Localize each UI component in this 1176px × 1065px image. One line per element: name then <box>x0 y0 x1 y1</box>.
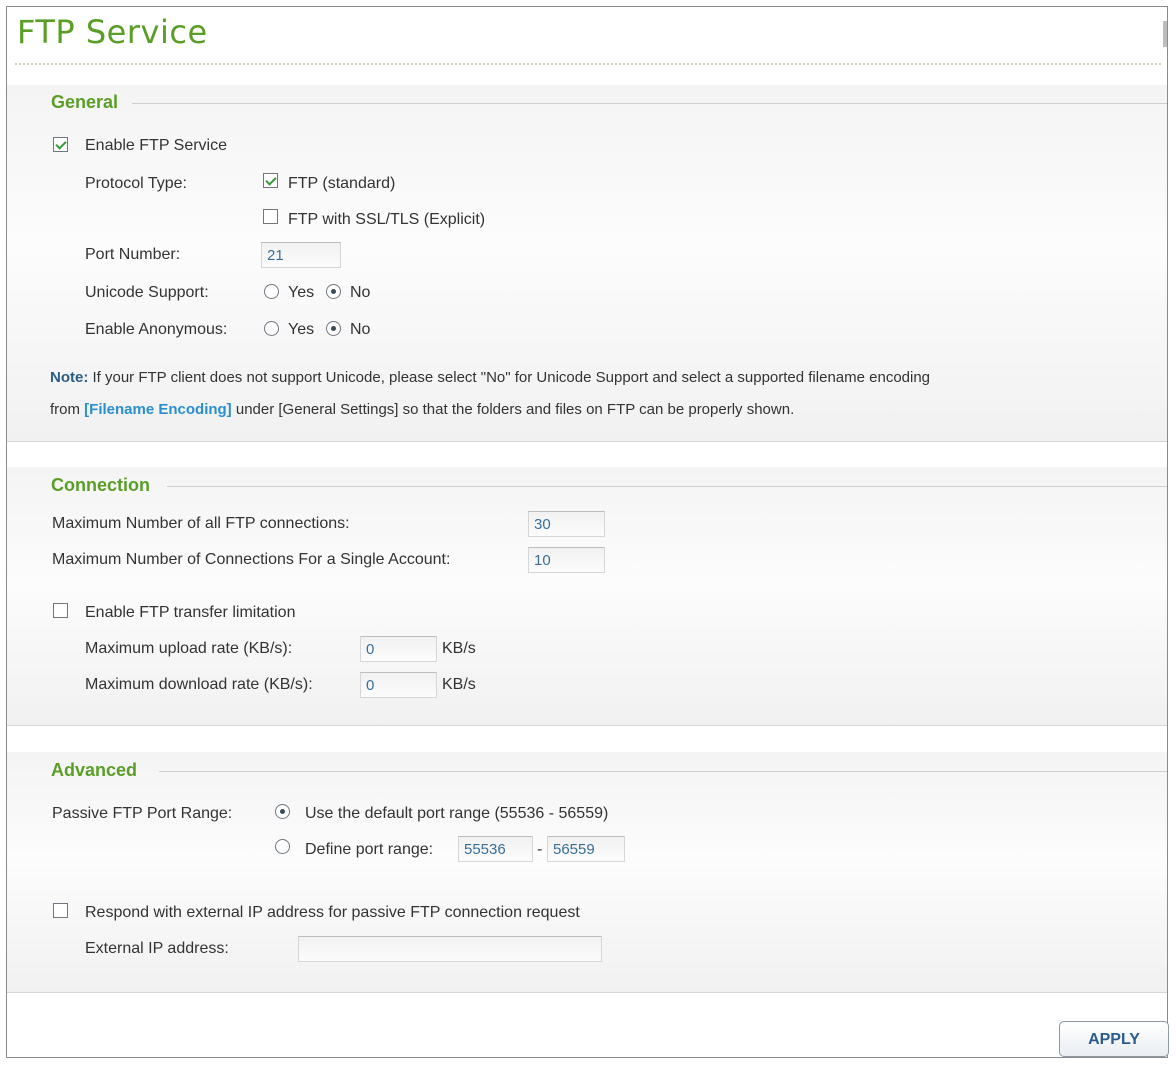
define-port-range-label: Define port range: <box>305 841 434 858</box>
transfer-limit-checkbox[interactable] <box>53 603 68 618</box>
passive-port-range-label: Passive FTP Port Range: <box>52 805 233 822</box>
ftp-ssl-label: FTP with SSL/TLS (Explicit) <box>288 211 486 228</box>
external-ip-input[interactable] <box>298 936 602 962</box>
anonymous-no-label: No <box>350 321 371 338</box>
max-all-connections-label: Maximum Number of all FTP connections: <box>52 515 350 532</box>
unicode-no-label: No <box>350 284 371 301</box>
apply-button[interactable]: APPLY <box>1059 1021 1169 1057</box>
unicode-yes-radio[interactable] <box>264 284 279 299</box>
download-rate-label: Maximum download rate (KB/s): <box>85 676 313 693</box>
external-ip-label: External IP address: <box>85 940 229 957</box>
enable-ftp-checkbox[interactable] <box>53 137 68 152</box>
unicode-no-radio[interactable] <box>326 284 341 299</box>
title-divider <box>15 63 1161 65</box>
max-single-account-input[interactable] <box>528 547 605 573</box>
respond-external-ip-label: Respond with external IP address for pas… <box>85 904 580 921</box>
default-port-range-label: Use the default port range (55536 - 5655… <box>305 805 609 822</box>
ftp-standard-label: FTP (standard) <box>288 175 396 192</box>
define-port-range-radio[interactable] <box>275 839 290 854</box>
anonymous-yes-label: Yes <box>288 321 315 338</box>
unicode-support-label: Unicode Support: <box>85 284 209 301</box>
note-text-line1: If your FTP client does not support Unic… <box>88 369 931 386</box>
note-prefix: Note: <box>50 369 89 386</box>
respond-external-ip-checkbox[interactable] <box>53 903 68 918</box>
page-title: FTP Service <box>17 13 208 51</box>
download-unit-label: KB/s <box>442 676 476 693</box>
port-range-start-input[interactable] <box>458 836 533 862</box>
download-rate-input[interactable] <box>360 672 437 698</box>
upload-rate-input[interactable] <box>360 636 437 662</box>
ftp-ssl-checkbox[interactable] <box>263 209 278 224</box>
upload-rate-label: Maximum upload rate (KB/s): <box>85 640 293 657</box>
port-number-label: Port Number: <box>85 246 181 263</box>
filename-encoding-link[interactable]: [Filename Encoding] <box>84 401 232 418</box>
advanced-legend-line <box>159 771 1167 772</box>
ftp-service-panel: FTP Service General Enable FTP Service P… <box>6 6 1169 1058</box>
advanced-legend: Advanced <box>51 760 138 780</box>
port-range-end-input[interactable] <box>547 836 625 862</box>
general-legend-line <box>132 103 1167 104</box>
enable-anonymous-label: Enable Anonymous: <box>85 321 228 338</box>
connection-section: Connection Maximum Number of all FTP con… <box>7 467 1167 726</box>
note-text-from: from <box>50 401 85 418</box>
enable-ftp-label: Enable FTP Service <box>85 137 227 154</box>
max-single-account-label: Maximum Number of Connections For a Sing… <box>52 551 451 568</box>
max-all-connections-input[interactable] <box>528 511 605 537</box>
connection-legend: Connection <box>51 475 150 495</box>
port-range-separator: - <box>537 841 543 858</box>
upload-unit-label: KB/s <box>442 640 476 657</box>
connection-legend-line <box>167 486 1167 487</box>
ftp-standard-checkbox[interactable] <box>263 173 278 188</box>
default-port-range-radio[interactable] <box>275 804 290 819</box>
general-legend: General <box>51 92 119 112</box>
unicode-yes-label: Yes <box>288 284 315 301</box>
anonymous-no-radio[interactable] <box>326 321 341 336</box>
port-number-input[interactable] <box>261 242 341 268</box>
scroll-edge <box>1163 21 1167 47</box>
anonymous-yes-radio[interactable] <box>264 321 279 336</box>
protocol-type-label: Protocol Type: <box>85 175 187 192</box>
note-text-line2: under [General Settings] so that the fol… <box>231 401 795 418</box>
transfer-limit-label: Enable FTP transfer limitation <box>85 604 296 621</box>
advanced-section: Advanced Passive FTP Port Range: Use the… <box>7 752 1167 993</box>
unicode-note: Note: If your FTP client does not suppor… <box>50 362 1150 426</box>
